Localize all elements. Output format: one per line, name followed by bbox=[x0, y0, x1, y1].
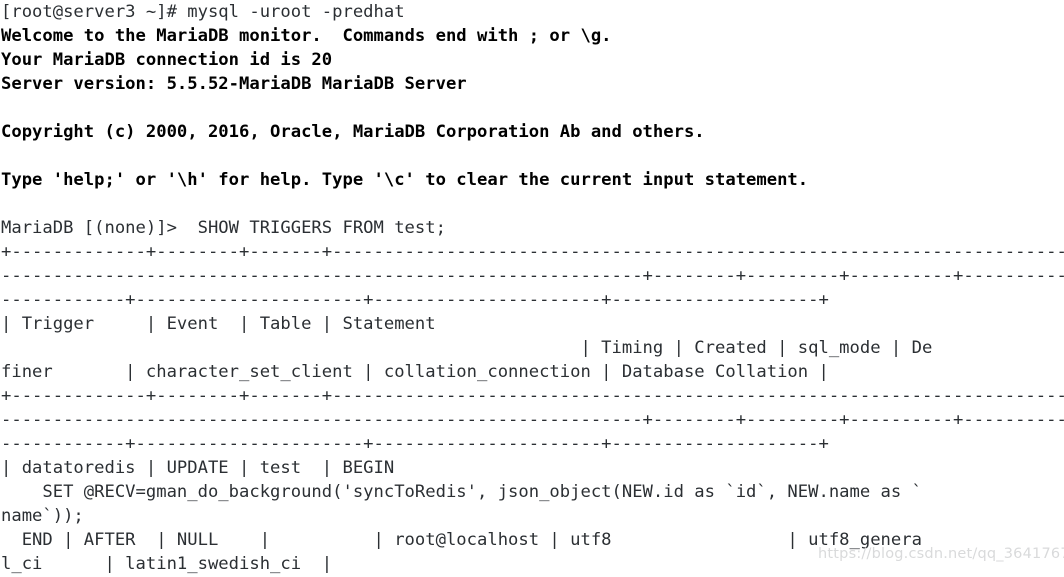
table-row-part3: name`)); bbox=[1, 506, 84, 526]
table-separator-top-part1: +-------------+--------+-------+--------… bbox=[1, 242, 1064, 262]
help-hint-line: Type 'help;' or '\h' for help. Type '\c'… bbox=[1, 170, 809, 190]
table-header-row-part2: | Timing | Created | sql_mode | De bbox=[1, 338, 933, 358]
table-separator-mid-part1: +-------------+--------+-------+--------… bbox=[1, 386, 1064, 406]
table-row-part5: l_ci | latin1_swedish_ci | bbox=[1, 554, 333, 574]
copyright-line: Copyright (c) 2000, 2016, Oracle, MariaD… bbox=[1, 122, 705, 142]
table-row-part2: SET @RECV=gman_do_background('syncToRedi… bbox=[1, 482, 922, 502]
table-row-part1: | datatoredis | UPDATE | test | BEGIN bbox=[1, 458, 395, 478]
shell-prompt-line: [root@server3 ~]# mysql -uroot -predhat bbox=[1, 2, 405, 22]
banner-line-connection-id: Your MariaDB connection id is 20 bbox=[1, 50, 333, 70]
table-separator-top-part2: ----------------------------------------… bbox=[1, 266, 1064, 286]
table-row-part4: END | AFTER | NULL | | root@localhost | … bbox=[1, 530, 922, 550]
table-separator-mid-part2: ----------------------------------------… bbox=[1, 410, 1064, 430]
table-separator-mid-part3: ------------+----------------------+----… bbox=[1, 434, 829, 454]
sql-prompt-line[interactable]: MariaDB [(none)]> SHOW TRIGGERS FROM tes… bbox=[0, 216, 1064, 240]
table-header-row-part3: finer | character_set_client | collation… bbox=[1, 362, 829, 382]
table-header-row-part1: | Trigger | Event | Table | Statement bbox=[1, 314, 436, 334]
terminal-window[interactable]: [root@server3 ~]# mysql -uroot -predhat … bbox=[0, 0, 1064, 577]
banner-line-server-version: Server version: 5.5.52-MariaDB MariaDB S… bbox=[1, 74, 467, 94]
table-separator-top-part3: ------------+----------------------+----… bbox=[1, 290, 829, 310]
banner-line-welcome: Welcome to the MariaDB monitor. Commands… bbox=[1, 26, 612, 46]
